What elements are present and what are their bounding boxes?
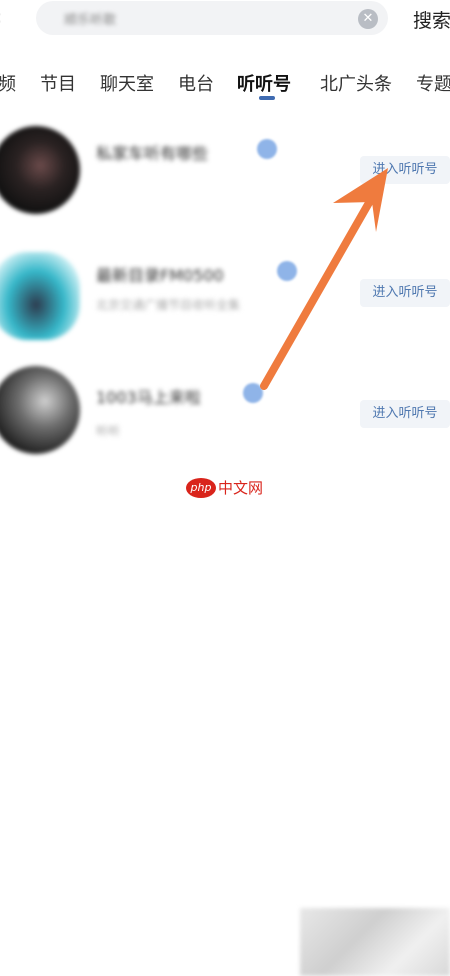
result-name: 最新目录FM0500	[96, 266, 224, 285]
verified-badge-icon	[257, 139, 277, 159]
clear-icon[interactable]: ✕	[358, 9, 378, 29]
watermark-logo: php	[186, 478, 216, 498]
result-row[interactable]: 最新目录FM0500 北京交通广播节目收听全集 进入听听号	[0, 236, 450, 346]
search-button[interactable]: 搜索	[413, 6, 450, 33]
search-query[interactable]: 顺乐听歌	[64, 9, 174, 25]
category-tabs: 频 节目 聊天室 电台 听听号 北广头条 专题	[0, 64, 450, 104]
result-row[interactable]: 1003马上来啦 听听 进入听听号	[0, 356, 450, 466]
tab-jiemu[interactable]: 节目	[40, 70, 76, 96]
tab-zhuanti[interactable]: 专题	[416, 70, 450, 96]
tab-pindao[interactable]: 频	[0, 70, 16, 96]
tab-beiguangtoutiao[interactable]: 北广头条	[320, 70, 392, 96]
search-header: ‹ 顺乐听歌 ✕ 搜索	[0, 0, 450, 38]
enter-channel-button[interactable]: 进入听听号	[360, 279, 450, 307]
enter-channel-button[interactable]: 进入听听号	[360, 156, 450, 184]
corner-image	[300, 908, 450, 976]
active-tab-indicator	[259, 96, 275, 100]
enter-channel-button[interactable]: 进入听听号	[360, 400, 450, 428]
tab-diantai[interactable]: 电台	[178, 70, 214, 96]
back-icon[interactable]: ‹	[0, 6, 12, 28]
result-subtitle: 听听	[96, 424, 121, 438]
search-input[interactable]: 顺乐听歌 ✕	[36, 1, 388, 35]
watermark-text: 中文网	[218, 479, 264, 497]
avatar	[0, 126, 80, 214]
avatar	[0, 252, 80, 340]
result-subtitle: 北京交通广播节目收听全集	[96, 298, 241, 312]
tab-liaotianshi[interactable]: 聊天室	[100, 70, 154, 96]
tab-tingtinghao[interactable]: 听听号	[237, 70, 291, 96]
avatar	[0, 366, 80, 454]
result-name: 私家车听有哪些	[96, 144, 209, 163]
verified-badge-icon	[277, 261, 297, 281]
result-row[interactable]: 私家车听有哪些 进入听听号	[0, 116, 450, 226]
result-name: 1003马上来啦	[96, 388, 201, 407]
verified-badge-icon	[243, 383, 263, 403]
